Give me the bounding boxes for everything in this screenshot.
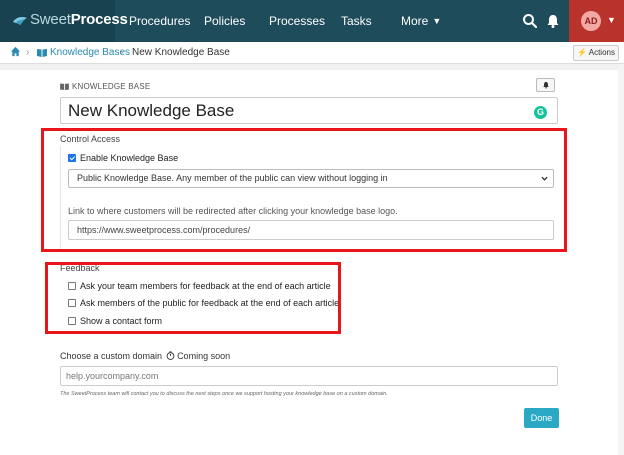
logo-word-2: Process [70, 11, 128, 28]
custom-domain-note: The SweetProcess team will contact you t… [60, 391, 388, 397]
breadcrumb-knowledge-bases[interactable]: Knowledge Bases [50, 47, 130, 58]
grammarly-icon[interactable]: G [534, 106, 547, 119]
breadcrumb-current: New Knowledge Base [132, 47, 230, 58]
nav-item-more[interactable]: More ▼ [401, 0, 441, 42]
scrollbar[interactable] [618, 64, 624, 455]
lightning-icon: ⚡ [577, 48, 587, 57]
bell-icon[interactable] [545, 13, 561, 29]
user-menu[interactable]: AD ▼ [569, 0, 624, 42]
section-label: KNOWLEDGE BASE [60, 82, 150, 91]
breadcrumb-separator: › [26, 47, 30, 58]
highlight-feedback [45, 262, 341, 334]
nav-more-label: More [401, 14, 429, 28]
notify-button[interactable] [536, 78, 555, 92]
section-label-text: KNOWLEDGE BASE [72, 82, 151, 91]
search-icon[interactable] [522, 13, 538, 29]
actions-button[interactable]: ⚡ Actions [573, 45, 619, 61]
chevron-down-icon: ▼ [607, 15, 616, 25]
bell-icon [543, 82, 549, 89]
logo-word-1: Sweet [30, 11, 71, 28]
nav-item-policies[interactable]: Policies [204, 0, 245, 42]
nav-item-procedures[interactable]: Procedures [129, 0, 190, 42]
coming-soon-text: Coming soon [177, 351, 231, 361]
logo[interactable]: SweetProcess [0, 0, 128, 42]
custom-domain-label-text: Choose a custom domain [60, 351, 163, 361]
nav-item-tasks[interactable]: Tasks [341, 0, 372, 42]
actions-label: Actions [588, 48, 615, 57]
title-input[interactable]: New Knowledge Base [60, 97, 558, 124]
chevron-down-icon: ▼ [432, 16, 442, 26]
home-icon[interactable] [10, 46, 21, 57]
bird-logo-icon [13, 17, 27, 25]
breadcrumb-separator: › [120, 47, 124, 58]
highlight-control-access [41, 128, 567, 252]
avatar: AD [581, 11, 601, 31]
nav-item-processes[interactable]: Processes [269, 0, 325, 42]
breadcrumb: › Knowledge Bases › New Knowledge Base ⚡… [0, 42, 624, 64]
book-icon [60, 83, 69, 90]
top-nav-bar: SweetProcess Procedures Policies Process… [0, 0, 624, 42]
custom-domain-label: Choose a custom domain Coming soon [60, 351, 230, 361]
done-button[interactable]: Done [524, 408, 559, 428]
custom-domain-input[interactable]: help.yourcompany.com [60, 366, 558, 386]
book-icon [37, 49, 47, 57]
stopwatch-icon [166, 351, 175, 360]
